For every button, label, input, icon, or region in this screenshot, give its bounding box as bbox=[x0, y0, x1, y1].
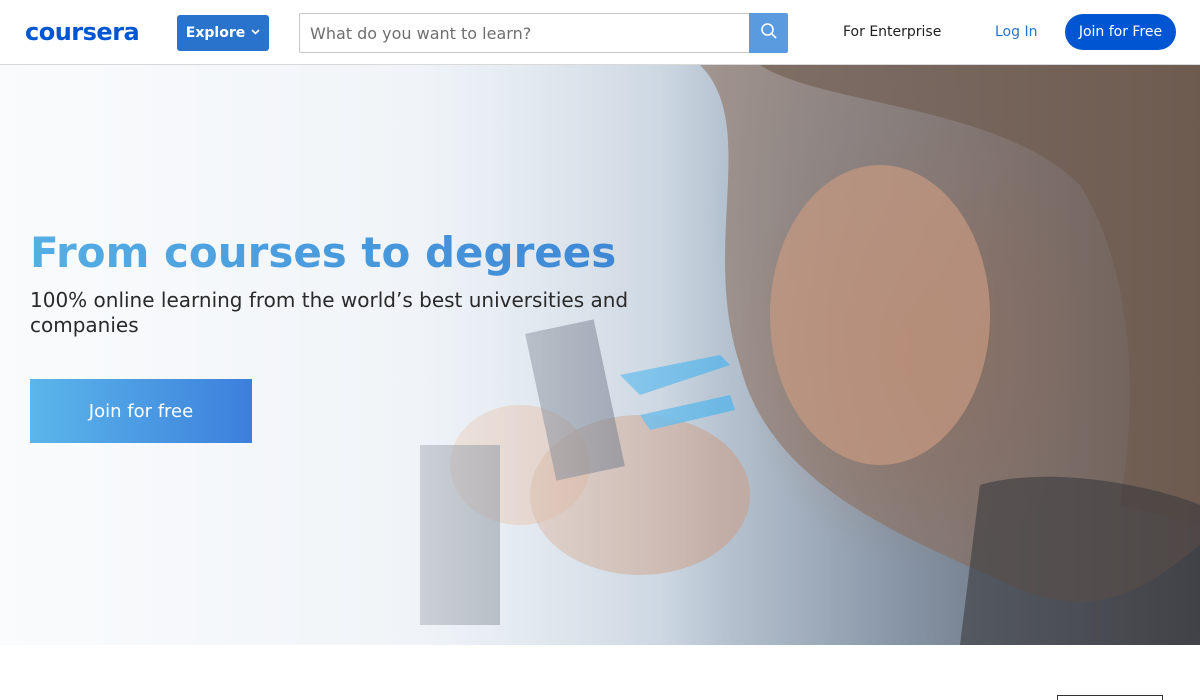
hero-overlay bbox=[0, 65, 1200, 645]
join-for-free-button[interactable]: Join for Free bbox=[1065, 14, 1176, 50]
coursera-logo[interactable]: coursera bbox=[25, 17, 140, 47]
hero-banner: From courses to degrees 100% online lear… bbox=[0, 65, 1200, 645]
explore-button[interactable]: Explore bbox=[177, 15, 269, 51]
for-enterprise-link[interactable]: For Enterprise bbox=[843, 22, 941, 42]
search-button[interactable] bbox=[749, 13, 788, 53]
search-icon bbox=[760, 22, 778, 44]
hero-join-button[interactable]: Join for free bbox=[30, 379, 252, 443]
chevron-down-icon bbox=[251, 28, 260, 38]
hero-title: From courses to degrees bbox=[30, 225, 616, 281]
below-fold-card bbox=[1057, 695, 1163, 700]
top-nav: coursera Explore For Enterprise Log In J… bbox=[0, 0, 1200, 65]
login-link[interactable]: Log In bbox=[995, 22, 1037, 42]
search-input[interactable] bbox=[299, 13, 750, 53]
hero-subtitle: 100% online learning from the world’s be… bbox=[30, 288, 629, 337]
explore-label: Explore bbox=[185, 25, 246, 41]
